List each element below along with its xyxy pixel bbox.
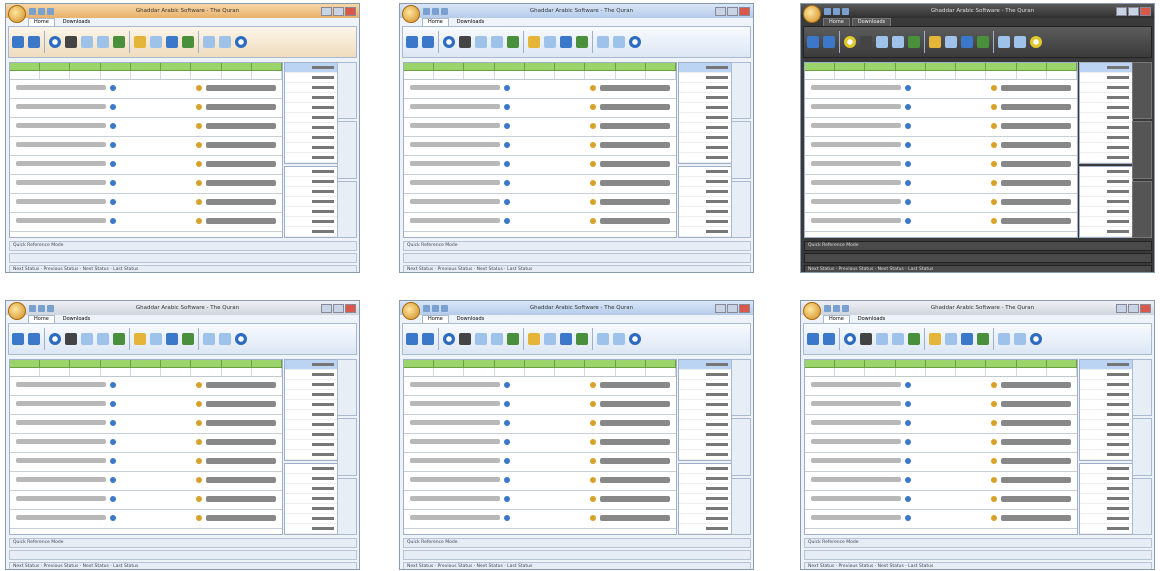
- app-orb-icon[interactable]: [8, 5, 26, 23]
- surah-index-panel[interactable]: [1079, 62, 1133, 164]
- font-bar: [9, 253, 357, 263]
- window-controls[interactable]: [715, 303, 750, 313]
- bottom-toolbar[interactable]: Quick Reference Mode Next Status · Previ…: [804, 241, 1152, 272]
- status-panel[interactable]: [1079, 166, 1133, 238]
- verses-panel: [9, 62, 283, 238]
- screenshot-thumbnail-4: Ghaddar Arabic Software - The Quran Home…: [5, 300, 360, 570]
- ribbon-tabs[interactable]: Home Downloads: [400, 18, 753, 26]
- status-bar: Next Status · Previous Status · Next Sta…: [804, 562, 1152, 569]
- screenshot-thumbnail-1: Ghaddar Arabic Software - The Quran Home…: [5, 3, 360, 273]
- window-controls[interactable]: [1116, 6, 1151, 16]
- font-bar: [403, 253, 751, 263]
- window-controls[interactable]: [321, 303, 356, 313]
- ribbon[interactable]: [8, 26, 357, 58]
- app-orb-icon[interactable]: [803, 5, 821, 23]
- title-bar: Ghaddar Arabic Software - The Quran: [801, 4, 1154, 23]
- window-title: Ghaddar Arabic Software - The Quran: [529, 305, 634, 311]
- ribbon-tabs[interactable]: Home Downloads: [801, 18, 1154, 26]
- status-panel[interactable]: [1079, 463, 1133, 535]
- status-panel[interactable]: [284, 463, 338, 535]
- font-bar: [403, 550, 751, 560]
- window-title: Ghaddar Arabic Software - The Quran: [930, 8, 1035, 14]
- surah-index-panel[interactable]: [678, 359, 732, 461]
- ribbon-tabs[interactable]: Home Downloads: [6, 18, 359, 26]
- quick-access-toolbar[interactable]: [423, 304, 448, 312]
- window-controls[interactable]: [715, 6, 750, 16]
- window-controls[interactable]: [321, 6, 356, 16]
- bottom-toolbar[interactable]: Quick Reference Mode Next Status · Previ…: [9, 241, 357, 272]
- surah-index-panel[interactable]: [284, 62, 338, 164]
- quick-reference: Quick Reference Mode: [9, 241, 357, 251]
- ribbon-tabs[interactable]: Home Downloads: [400, 315, 753, 323]
- window-title: Ghaddar Arabic Software - The Quran: [135, 8, 240, 14]
- app-orb-icon[interactable]: [803, 302, 821, 320]
- verses-panel: [804, 359, 1078, 535]
- vertical-tabs[interactable]: [731, 359, 751, 535]
- vertical-tabs[interactable]: [337, 359, 357, 535]
- title-bar: Ghaddar Arabic Software - The Quran: [801, 301, 1154, 320]
- status-bar: Next Status · Previous Status · Next Sta…: [403, 562, 751, 569]
- bottom-toolbar[interactable]: Quick Reference Mode Next Status · Previ…: [9, 538, 357, 569]
- quick-access-toolbar[interactable]: [824, 304, 849, 312]
- bottom-toolbar[interactable]: Quick Reference Mode Next Status · Previ…: [403, 241, 751, 272]
- app-orb-icon[interactable]: [8, 302, 26, 320]
- title-bar: Ghaddar Arabic Software - The Quran: [6, 4, 359, 23]
- app-orb-icon[interactable]: [402, 5, 420, 23]
- window-title: Ghaddar Arabic Software - The Quran: [529, 8, 634, 14]
- vertical-tabs[interactable]: [1132, 359, 1152, 535]
- surah-index-panel[interactable]: [678, 62, 732, 164]
- surah-index-panel[interactable]: [1079, 359, 1133, 461]
- font-bar: [804, 550, 1152, 560]
- screenshot-thumbnail-6: Ghaddar Arabic Software - The Quran Home…: [800, 300, 1155, 570]
- quick-reference: Quick Reference Mode: [9, 538, 357, 548]
- bottom-toolbar[interactable]: Quick Reference Mode Next Status · Previ…: [804, 538, 1152, 569]
- quick-access-toolbar[interactable]: [29, 7, 54, 15]
- verses-panel: [403, 62, 677, 238]
- status-bar: Next Status · Previous Status · Next Sta…: [9, 562, 357, 569]
- ribbon[interactable]: [402, 26, 751, 58]
- ribbon-tabs[interactable]: Home Downloads: [801, 315, 1154, 323]
- ribbon[interactable]: [803, 323, 1152, 355]
- surah-index-panel[interactable]: [284, 359, 338, 461]
- ribbon[interactable]: [803, 26, 1152, 58]
- title-bar: Ghaddar Arabic Software - The Quran: [6, 301, 359, 320]
- title-bar: Ghaddar Arabic Software - The Quran: [400, 4, 753, 23]
- quick-access-toolbar[interactable]: [824, 7, 849, 15]
- ribbon[interactable]: [8, 323, 357, 355]
- quick-reference: Quick Reference Mode: [804, 538, 1152, 548]
- status-panel[interactable]: [678, 166, 732, 238]
- verses-panel: [9, 359, 283, 535]
- vertical-tabs[interactable]: [1132, 62, 1152, 238]
- font-bar: [9, 550, 357, 560]
- window-title: Ghaddar Arabic Software - The Quran: [135, 305, 240, 311]
- status-panel[interactable]: [678, 463, 732, 535]
- status-bar: Next Status · Previous Status · Next Sta…: [403, 265, 751, 272]
- screenshot-thumbnail-2: Ghaddar Arabic Software - The Quran Home…: [399, 3, 754, 273]
- window-title: Ghaddar Arabic Software - The Quran: [930, 305, 1035, 311]
- bottom-toolbar[interactable]: Quick Reference Mode Next Status · Previ…: [403, 538, 751, 569]
- vertical-tabs[interactable]: [731, 62, 751, 238]
- quick-reference: Quick Reference Mode: [403, 538, 751, 548]
- app-orb-icon[interactable]: [402, 302, 420, 320]
- status-bar: Next Status · Previous Status · Next Sta…: [9, 265, 357, 272]
- screenshot-thumbnail-5: Ghaddar Arabic Software - The Quran Home…: [399, 300, 754, 570]
- verses-panel: [804, 62, 1078, 238]
- window-controls[interactable]: [1116, 303, 1151, 313]
- verses-panel: [403, 359, 677, 535]
- ribbon-tabs[interactable]: Home Downloads: [6, 315, 359, 323]
- quick-reference: Quick Reference Mode: [403, 241, 751, 251]
- status-bar: Next Status · Previous Status · Next Sta…: [804, 265, 1152, 272]
- vertical-tabs[interactable]: [337, 62, 357, 238]
- ribbon[interactable]: [402, 323, 751, 355]
- font-bar: [804, 253, 1152, 263]
- quick-reference: Quick Reference Mode: [804, 241, 1152, 251]
- quick-access-toolbar[interactable]: [29, 304, 54, 312]
- title-bar: Ghaddar Arabic Software - The Quran: [400, 301, 753, 320]
- status-panel[interactable]: [284, 166, 338, 238]
- screenshot-thumbnail-3: Ghaddar Arabic Software - The Quran Home…: [800, 3, 1155, 273]
- quick-access-toolbar[interactable]: [423, 7, 448, 15]
